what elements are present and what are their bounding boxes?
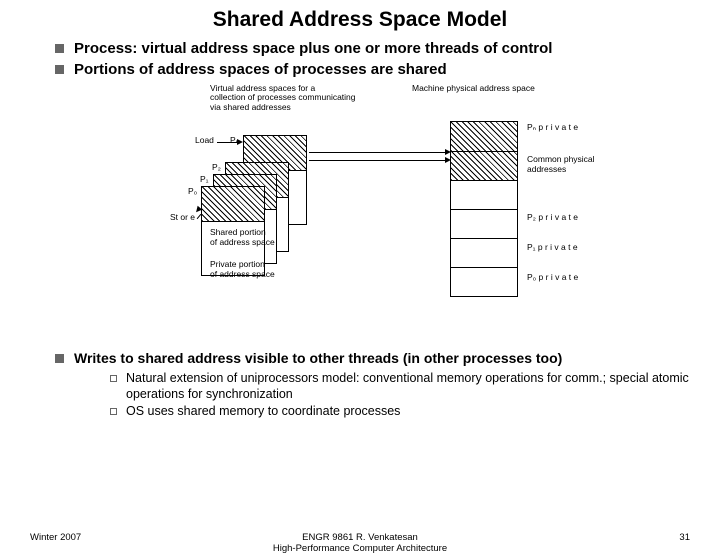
bullet-icon <box>55 65 64 74</box>
bullet-text: Portions of address spaces of processes … <box>74 61 447 80</box>
label-p2-private: P₂ p r i v a t e <box>527 212 578 222</box>
footer-line2: High-Performance Computer Architecture <box>273 543 447 554</box>
slide-title: Shared Address Space Model <box>0 0 720 38</box>
phys-seg-common <box>451 151 517 180</box>
label-common: Common physical addresses <box>527 154 595 174</box>
list-item: OS uses shared memory to coordinate proc… <box>110 404 690 420</box>
bullet-text: Writes to shared address visible to othe… <box>74 350 562 368</box>
page-number: 31 <box>679 532 690 543</box>
list-item: Process: virtual address space plus one … <box>55 40 690 59</box>
arrow-icon <box>445 157 451 163</box>
phys-seg-p1 <box>451 238 517 267</box>
label-p1: P₁ <box>200 174 209 184</box>
phys-seg-p2 <box>451 209 517 238</box>
label-load: Load <box>195 135 214 145</box>
physical-memory-column <box>450 121 518 297</box>
label-pn-private: Pₙ p r i v a t e <box>527 122 578 133</box>
label-store: St or e <box>170 212 195 222</box>
top-bullet-list: Process: virtual address space plus one … <box>0 40 720 80</box>
bullet-icon <box>110 375 117 382</box>
phys-seg-blank <box>451 180 517 209</box>
diagram-desc-right: Machine physical address space <box>412 84 535 94</box>
bullet-icon <box>55 44 64 53</box>
bullet-icon <box>55 354 64 363</box>
label-p1-private: P₁ p r i v a t e <box>527 242 578 252</box>
bullet-text: Process: virtual address space plus one … <box>74 40 552 59</box>
arrow-icon <box>445 149 451 155</box>
footer-course: ENGR 9861 R. Venkatesan High-Performance… <box>0 532 720 555</box>
arrow-line <box>309 152 449 153</box>
bullet-text: Natural extension of uniprocessors model… <box>126 371 690 402</box>
arrow-icon <box>237 139 243 145</box>
bullet-icon <box>110 408 117 415</box>
diagram-desc-left: Virtual address spaces for a collection … <box>210 84 390 113</box>
label-p2: P₂ <box>212 162 221 172</box>
phys-seg-pn <box>451 122 517 151</box>
label-p0-private: P₀ p r i v a t e <box>527 272 578 282</box>
footer-line1: ENGR 9861 R. Venkatesan <box>302 532 418 543</box>
label-p0: P₀ <box>188 186 197 196</box>
sub-bullet-list: Natural extension of uniprocessors model… <box>110 371 690 420</box>
arrow-line <box>309 160 449 161</box>
label-private-portion: Private portion of address space <box>210 259 275 279</box>
list-item: Portions of address spaces of processes … <box>55 61 690 80</box>
list-item: Writes to shared address visible to othe… <box>55 350 690 368</box>
bullet-text: OS uses shared memory to coordinate proc… <box>126 404 400 420</box>
label-shared-portion: Shared portion of address space <box>210 227 275 247</box>
list-item: Natural extension of uniprocessors model… <box>110 371 690 402</box>
bottom-bullet-list: Writes to shared address visible to othe… <box>0 350 720 420</box>
process-shared-region <box>202 187 264 222</box>
diagram-area: Virtual address spaces for a collection … <box>0 82 720 342</box>
phys-seg-p0 <box>451 267 517 296</box>
